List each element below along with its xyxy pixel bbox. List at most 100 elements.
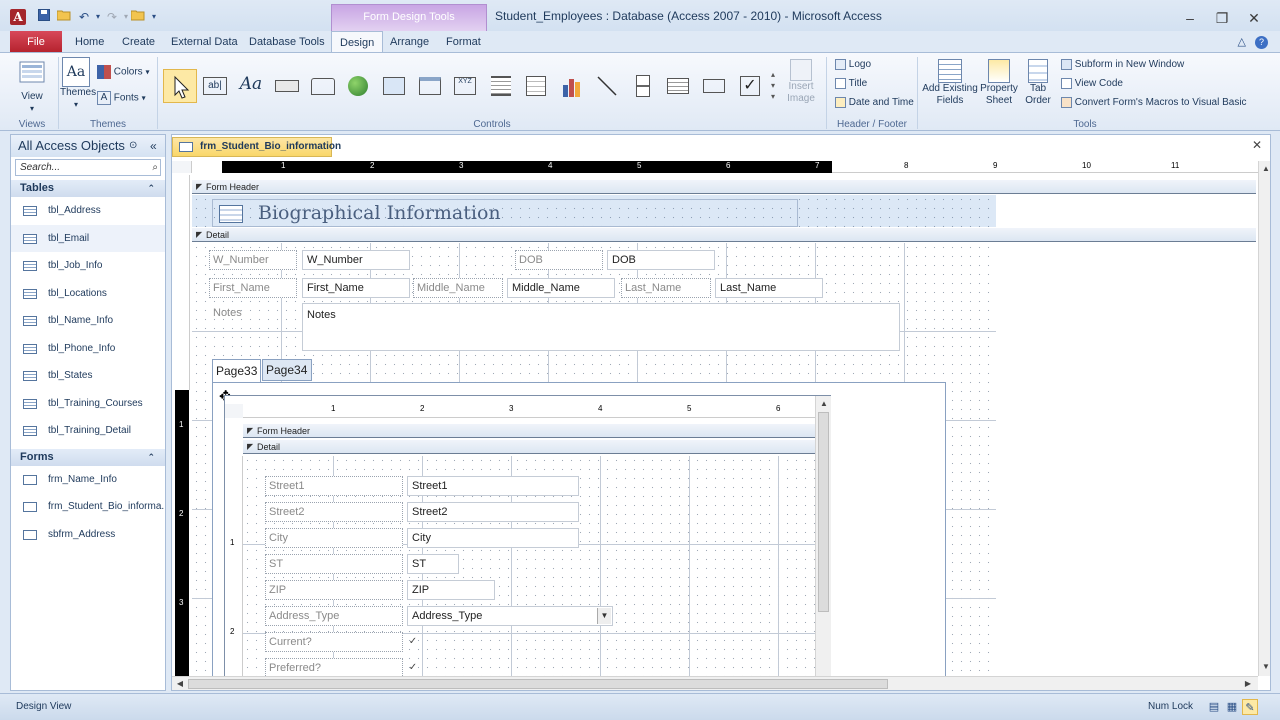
nav-section-tables[interactable]: Tables ⌃	[11, 180, 165, 197]
zip-label[interactable]: ZIP	[265, 580, 403, 600]
combo-box-button[interactable]	[521, 71, 551, 101]
help-icon[interactable]: ?	[1255, 36, 1268, 49]
last-name-textbox[interactable]: Last_Name	[715, 278, 823, 298]
nav-item-tbl-email[interactable]: tbl_Email	[11, 224, 165, 252]
label-control-button[interactable]: Aa	[236, 71, 266, 101]
subform-scroll-thumb[interactable]	[818, 412, 829, 612]
nav-item-frm-student-bio[interactable]: frm_Student_Bio_informa...	[11, 493, 165, 521]
nav-item-tbl-phone-info[interactable]: tbl_Phone_Info	[11, 335, 165, 363]
horizontal-ruler-selected[interactable]: 1 2 3 4 5 6 7	[222, 161, 832, 173]
nav-item-tbl-address[interactable]: tbl_Address	[11, 197, 165, 225]
current-label[interactable]: Current?	[265, 632, 403, 652]
nav-item-tbl-training-courses[interactable]: tbl_Training_Courses	[11, 390, 165, 418]
date-time-button[interactable]: Date and Time	[835, 97, 914, 108]
collapse-section-icon[interactable]: ⌃	[147, 449, 155, 466]
address-type-label[interactable]: Address_Type	[265, 606, 403, 626]
nav-search-input[interactable]: Search... ⌕	[15, 159, 161, 176]
address-type-combobox[interactable]: Address_Type ▼	[407, 606, 613, 626]
dob-textbox[interactable]: DOB	[607, 250, 715, 270]
tab-page33[interactable]: Page33	[212, 359, 261, 383]
dob-label[interactable]: DOB	[515, 250, 603, 270]
maximize-icon[interactable]: ❐	[1210, 9, 1234, 27]
minimize-ribbon-icon[interactable]: △	[1237, 36, 1245, 48]
tab-page34[interactable]: Page34	[262, 359, 312, 381]
form-logo-icon[interactable]	[219, 205, 243, 223]
minimize-icon[interactable]: –	[1178, 9, 1202, 27]
nav-item-tbl-states[interactable]: tbl_States	[11, 362, 165, 390]
layout-view-icon[interactable]: ▦	[1224, 699, 1240, 715]
close-window-icon[interactable]: ✕	[1242, 9, 1266, 27]
access-app-icon[interactable]: A	[10, 9, 26, 25]
tab-home[interactable]: Home	[75, 31, 104, 53]
city-label[interactable]: City	[265, 528, 403, 548]
scroll-down-icon[interactable]: ▼	[1260, 661, 1270, 673]
nav-item-tbl-job-info[interactable]: tbl_Job_Info	[11, 252, 165, 280]
tab-design[interactable]: Design	[331, 31, 384, 53]
property-sheet-button[interactable]: Property Sheet	[978, 59, 1020, 107]
themes-button[interactable]: Aa Themes ▾	[60, 57, 96, 111]
list-box-button[interactable]	[663, 71, 693, 101]
zip-textbox[interactable]: ZIP	[407, 580, 495, 600]
subform-vertical-ruler[interactable]: 12	[225, 456, 243, 690]
document-tab-frm-student-bio[interactable]: frm_Student_Bio_information	[172, 137, 341, 157]
nav-section-forms[interactable]: Forms ⌃	[11, 448, 165, 466]
tab-file[interactable]: File	[10, 31, 62, 53]
horizontal-ruler[interactable]: 8 9 10 11	[832, 161, 1262, 173]
tab-order-button[interactable]: Tab Order	[1022, 59, 1054, 107]
nav-item-frm-name-info[interactable]: frm_Name_Info	[11, 466, 165, 494]
colors-button[interactable]: Colors ▾	[97, 65, 149, 79]
subform-address-control[interactable]: 123456 ▲ Form Header Detail 12 Street1 S…	[224, 395, 831, 690]
rectangle-control-button[interactable]	[699, 71, 729, 101]
scroll-up-icon[interactable]: ▲	[1260, 163, 1270, 175]
notes-label[interactable]: Notes	[209, 303, 297, 351]
line-control-button[interactable]	[592, 71, 622, 101]
controls-more-scroll[interactable]: ▴ ▾ ▾	[771, 69, 775, 102]
tab-control-button[interactable]	[308, 71, 338, 101]
street1-label[interactable]: Street1	[265, 476, 403, 496]
street2-label[interactable]: Street2	[265, 502, 403, 522]
web-browser-control-button[interactable]	[379, 71, 409, 101]
hyperlink-control-button[interactable]	[343, 71, 373, 101]
first-name-label[interactable]: First_Name	[209, 278, 297, 298]
nav-header[interactable]: All Access Objects ⊙ «	[11, 135, 165, 157]
search-icon[interactable]: ⌕	[152, 160, 158, 175]
w-number-label[interactable]: W_Number	[209, 250, 297, 270]
nav-item-sbfrm-address[interactable]: sbfrm_Address	[11, 521, 165, 549]
last-name-label[interactable]: Last_Name	[621, 278, 711, 298]
middle-name-textbox[interactable]: Middle_Name	[507, 278, 615, 298]
option-group-button[interactable]: XYZ	[450, 71, 480, 101]
tab-create[interactable]: Create	[122, 31, 155, 53]
street1-textbox[interactable]: Street1	[407, 476, 579, 496]
toggle-button-control[interactable]	[628, 71, 658, 101]
select-pointer-button[interactable]	[163, 69, 197, 103]
notes-textbox[interactable]: Notes	[302, 303, 900, 351]
nav-item-tbl-locations[interactable]: tbl_Locations	[11, 280, 165, 308]
st-label[interactable]: ST	[265, 554, 403, 574]
insert-image-button[interactable]: Insert Image	[783, 59, 819, 105]
subform-vertical-scrollbar[interactable]: ▲	[815, 396, 831, 690]
subform-horizontal-ruler[interactable]: 1 2 3 4 5 6	[243, 404, 815, 418]
chart-control-button[interactable]	[557, 71, 587, 101]
scroll-left-icon[interactable]: ◀	[174, 678, 186, 690]
button-control-button[interactable]	[272, 71, 302, 101]
vertical-ruler-selected[interactable]: 1234	[175, 390, 189, 690]
current-checkbox[interactable]: ✓	[407, 636, 419, 648]
form-header-band[interactable]: Form Header	[192, 180, 1256, 194]
first-name-textbox[interactable]: First_Name	[302, 278, 410, 298]
detail-band[interactable]: Detail	[192, 228, 1256, 242]
tab-external-data[interactable]: External Data	[171, 31, 238, 53]
logo-button[interactable]: Logo	[835, 59, 871, 70]
city-textbox[interactable]: City	[407, 528, 579, 548]
nav-menu-dropdown-icon[interactable]: ⊙	[129, 135, 137, 157]
fonts-button[interactable]: A Fonts ▾	[97, 91, 146, 105]
form-view-icon[interactable]: ▤	[1206, 699, 1222, 715]
scroll-up-icon[interactable]: ▲	[818, 398, 830, 410]
collapse-section-icon[interactable]: ⌃	[147, 180, 155, 197]
ruler-corner[interactable]	[172, 161, 192, 173]
page-break-button[interactable]	[486, 71, 516, 101]
subform-ruler-corner[interactable]	[225, 404, 243, 418]
subform-new-window-button[interactable]: Subform in New Window	[1061, 59, 1184, 70]
close-document-icon[interactable]: ✕	[1252, 138, 1262, 152]
open-folder-icon[interactable]	[56, 9, 72, 25]
chevron-down-icon[interactable]: ▼	[597, 608, 611, 624]
